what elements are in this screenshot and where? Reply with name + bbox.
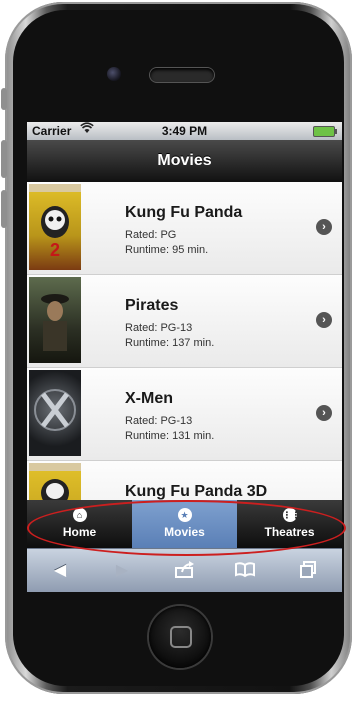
tab-label: Home bbox=[62, 525, 97, 539]
home-square-icon bbox=[170, 626, 192, 648]
movie-runtime: Runtime: 95 min. bbox=[125, 244, 209, 256]
bookmarks-icon[interactable] bbox=[232, 560, 258, 582]
tab-home[interactable]: ⌂ Home bbox=[27, 500, 132, 548]
phone-screen: Carrier 3:49 PM Movies 2 Kung Fu Panda R… bbox=[27, 122, 342, 592]
movie-runtime: Runtime: 131 min. bbox=[125, 430, 215, 442]
movie-rating: Rated: PG-13 bbox=[125, 322, 193, 334]
tab-bar: ⌂ Home ★ Movies ⋮⋮ Theatres bbox=[27, 500, 342, 548]
pages-icon[interactable] bbox=[295, 560, 321, 582]
tab-label: Theatres bbox=[264, 525, 315, 539]
disclosure-arrow-icon[interactable]: › bbox=[316, 219, 332, 235]
volume-up-button bbox=[1, 140, 7, 178]
home-icon: ⌂ bbox=[72, 508, 87, 522]
movie-list[interactable]: 2 Kung Fu Panda Rated: PG Runtime: 95 mi… bbox=[27, 182, 342, 500]
status-bar: Carrier 3:49 PM bbox=[27, 122, 342, 140]
status-time: 3:49 PM bbox=[161, 124, 208, 138]
movie-poster: 2 bbox=[29, 184, 81, 270]
volume-down-button bbox=[1, 190, 7, 228]
tab-label: Movies bbox=[164, 525, 205, 539]
list-item[interactable]: 2 Kung Fu Panda Rated: PG Runtime: 95 mi… bbox=[27, 182, 342, 275]
movie-poster bbox=[29, 370, 81, 456]
disclosure-arrow-icon[interactable]: › bbox=[316, 405, 332, 421]
front-camera bbox=[107, 67, 121, 81]
list-item[interactable]: Pirates Rated: PG-13 Runtime: 137 min. › bbox=[27, 275, 342, 368]
list-item[interactable]: Kung Fu Panda 3D bbox=[27, 461, 342, 500]
movie-poster bbox=[29, 277, 81, 363]
grid-icon: ⋮⋮ bbox=[282, 508, 301, 522]
back-arrow-icon[interactable]: ◀ bbox=[47, 560, 73, 582]
earpiece-speaker bbox=[150, 68, 214, 82]
movie-title: X-Men bbox=[125, 390, 173, 407]
movie-rating: Rated: PG bbox=[125, 229, 177, 241]
list-item[interactable]: X-Men Rated: PG-13 Runtime: 131 min. › bbox=[27, 368, 342, 461]
svg-text:2: 2 bbox=[50, 240, 60, 260]
battery-icon bbox=[313, 126, 337, 137]
mute-switch bbox=[1, 88, 7, 110]
movie-title: Kung Fu Panda bbox=[125, 204, 243, 221]
movie-rating: Rated: PG-13 bbox=[125, 415, 193, 427]
tab-movies[interactable]: ★ Movies bbox=[132, 500, 237, 548]
page-title: Movies bbox=[157, 152, 212, 169]
disclosure-arrow-icon[interactable]: › bbox=[316, 312, 332, 328]
movie-title: Pirates bbox=[125, 297, 179, 314]
movie-title: Kung Fu Panda 3D bbox=[125, 483, 268, 500]
navigation-bar: Movies bbox=[27, 140, 342, 182]
tab-theatres[interactable]: ⋮⋮ Theatres bbox=[237, 500, 342, 548]
movie-runtime: Runtime: 137 min. bbox=[125, 337, 215, 349]
movie-poster bbox=[29, 463, 81, 500]
safari-toolbar: ◀ ▶ bbox=[27, 548, 342, 592]
share-icon[interactable] bbox=[172, 560, 198, 582]
star-icon: ★ bbox=[177, 508, 192, 522]
forward-arrow-icon[interactable]: ▶ bbox=[109, 560, 135, 582]
home-button[interactable] bbox=[149, 606, 211, 668]
